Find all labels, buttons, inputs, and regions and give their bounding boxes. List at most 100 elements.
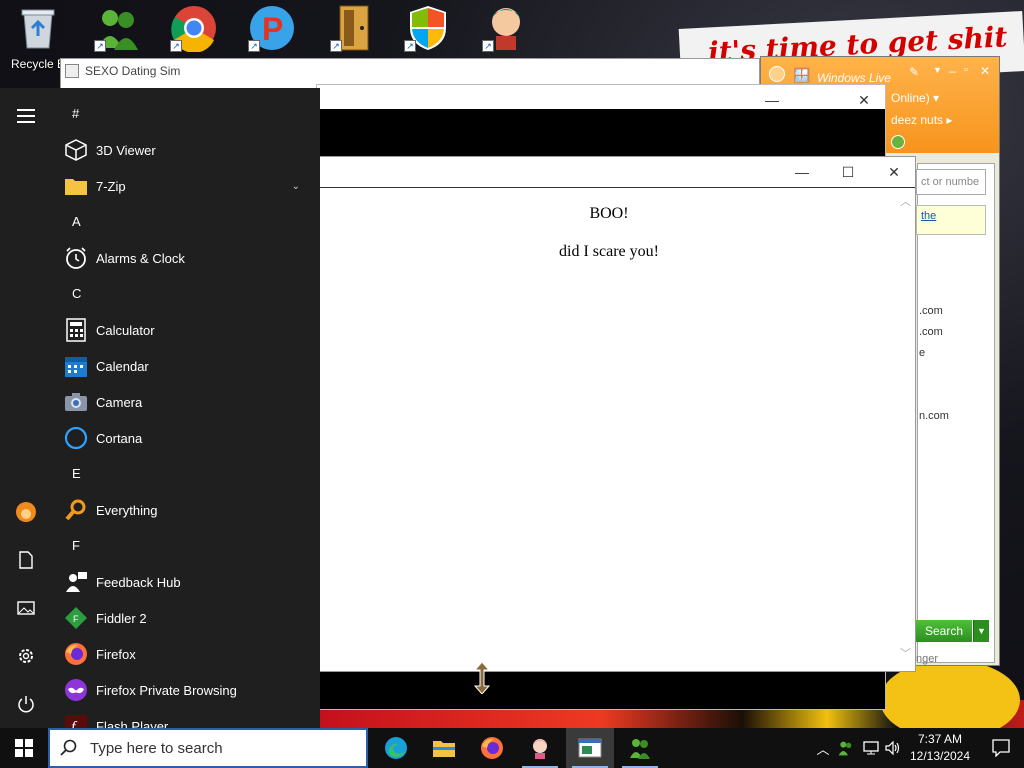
search-button[interactable]: Search: [916, 620, 972, 642]
windows-logo-icon: 🪟: [793, 67, 811, 83]
taskbar-window-app[interactable]: [566, 728, 614, 768]
app-list[interactable]: # 3D Viewer 7-Zip ⌄ A Alarms & Clock C C…: [52, 88, 320, 728]
contact-item[interactable]: .com: [919, 305, 949, 326]
boo-window[interactable]: — ☐ ✕ BOO! did I scare you! ︿ ﹀: [318, 156, 916, 672]
close-icon[interactable]: ✕: [841, 85, 887, 115]
notification-center-button[interactable]: [978, 728, 1024, 768]
chevron-up-icon[interactable]: ︿: [814, 738, 832, 758]
app-calculator[interactable]: Calculator: [52, 312, 320, 348]
taskbar-msn[interactable]: [616, 728, 664, 768]
customize-icon[interactable]: ✎: [909, 65, 919, 79]
status-selector[interactable]: Online) ▾: [891, 91, 939, 105]
desktop-icon-label: Recycle B: [10, 57, 66, 71]
taskbar-file-explorer[interactable]: [420, 728, 468, 768]
scroll-down-icon[interactable]: ﹀: [900, 645, 911, 661]
minimize-icon[interactable]: –: [949, 64, 956, 78]
minimize-icon[interactable]: —: [749, 85, 795, 115]
boo-message: did I scare you!: [559, 243, 659, 260]
app-flash-player[interactable]: f Flash Player: [52, 708, 320, 728]
door-app-icon: ↗: [330, 4, 378, 52]
windows-logo-icon: [15, 739, 33, 757]
taskbar-anime-app[interactable]: [516, 728, 564, 768]
user-avatar-icon[interactable]: [0, 492, 52, 532]
p-app-icon: P ↗: [248, 4, 296, 52]
app-cortana[interactable]: Cortana: [52, 420, 320, 456]
start-button[interactable]: [0, 728, 48, 768]
app-calendar[interactable]: Calendar: [52, 348, 320, 384]
contact-item[interactable]: n.com: [919, 410, 949, 431]
network-icon[interactable]: [862, 738, 880, 758]
everything-search-icon: [64, 498, 88, 522]
power-icon[interactable]: [0, 684, 52, 724]
app-label: 7-Zip: [96, 178, 126, 194]
group-header[interactable]: C: [52, 276, 320, 312]
maximize-icon[interactable]: ☐: [825, 157, 871, 187]
minimize-icon[interactable]: —: [779, 157, 825, 187]
app-firefox-private[interactable]: Firefox Private Browsing: [52, 672, 320, 708]
contact-search-input[interactable]: ct or numbe: [916, 169, 986, 195]
app-label: Flash Player: [96, 718, 169, 729]
window-app-icon: [578, 738, 602, 758]
personal-message[interactable]: deez nuts ▸: [891, 113, 952, 127]
group-header[interactable]: A: [52, 204, 320, 240]
folder-icon: [64, 174, 88, 198]
clock[interactable]: 7:37 AM 12/13/2024: [904, 731, 976, 765]
app-fiddler[interactable]: F Fiddler 2: [52, 600, 320, 636]
notification-icon: [992, 739, 1010, 757]
app-camera[interactable]: Camera: [52, 384, 320, 420]
chevron-down-icon[interactable]: ⌄: [292, 181, 300, 192]
contact-item[interactable]: .com: [919, 326, 949, 347]
fiddler-icon: F: [64, 606, 88, 630]
scroll-up-icon[interactable]: ︿: [900, 193, 911, 209]
app-7-zip[interactable]: 7-Zip ⌄: [52, 168, 320, 204]
shortcut-arrow-icon: ↗: [330, 40, 342, 52]
start-rail: [0, 88, 52, 728]
app-label: Firefox Private Browsing: [96, 682, 237, 698]
window-titlebar: — ☐ ✕: [319, 157, 915, 188]
taskbar-firefox[interactable]: [468, 728, 516, 768]
hamburger-menu-icon[interactable]: [0, 96, 52, 136]
app-label: Cortana: [96, 430, 143, 446]
app-feedback-hub[interactable]: Feedback Hub: [52, 564, 320, 600]
app-label: Fiddler 2: [96, 610, 147, 626]
shortcut-arrow-icon: ↗: [482, 40, 494, 52]
firefox-icon: [481, 737, 503, 759]
resize-cursor-icon: [473, 661, 491, 695]
search-dropdown-icon[interactable]: ▼: [973, 620, 989, 642]
menu-icon[interactable]: [769, 66, 785, 82]
contact-item[interactable]: e: [919, 347, 949, 368]
app-firefox[interactable]: Firefox: [52, 636, 320, 672]
volume-icon[interactable]: [884, 738, 902, 758]
ad-link[interactable]: the: [916, 205, 986, 235]
app-everything[interactable]: Everything: [52, 492, 320, 528]
msn-tray-icon[interactable]: [837, 738, 855, 758]
taskbar-search-box[interactable]: Type here to search: [48, 728, 368, 768]
taskbar-edge[interactable]: [372, 728, 420, 768]
group-header[interactable]: E: [52, 456, 320, 492]
app-label: Everything: [96, 502, 158, 518]
group-header[interactable]: F: [52, 528, 320, 564]
app-alarms-clock[interactable]: Alarms & Clock: [52, 240, 320, 276]
3d-viewer-icon: [64, 138, 88, 162]
dropdown-icon[interactable]: ▼: [933, 65, 942, 75]
app-3d-viewer[interactable]: 3D Viewer: [52, 132, 320, 168]
pictures-icon[interactable]: [0, 588, 52, 628]
settings-icon[interactable]: [0, 636, 52, 676]
scrollbar[interactable]: ︿ ﹀: [897, 189, 915, 671]
app-label: Alarms & Clock: [96, 250, 185, 266]
start-menu: # 3D Viewer 7-Zip ⌄ A Alarms & Clock C C…: [0, 88, 320, 728]
documents-icon[interactable]: [0, 540, 52, 580]
app-label: Calculator: [96, 322, 155, 338]
flash-player-icon: f: [64, 714, 88, 728]
app-icon: [65, 64, 79, 78]
group-header[interactable]: #: [52, 96, 320, 132]
file-explorer-icon: [433, 741, 455, 757]
status-orb-icon: [891, 135, 905, 149]
maximize-icon[interactable]: ▫: [964, 64, 968, 76]
shortcut-arrow-icon: ↗: [94, 40, 106, 52]
close-icon[interactable]: ✕: [871, 157, 917, 187]
close-icon[interactable]: ✕: [980, 64, 990, 78]
anime-app-icon: [533, 739, 547, 759]
calculator-icon: [64, 318, 88, 342]
window-title: SEXO Dating Sim: [85, 64, 181, 78]
